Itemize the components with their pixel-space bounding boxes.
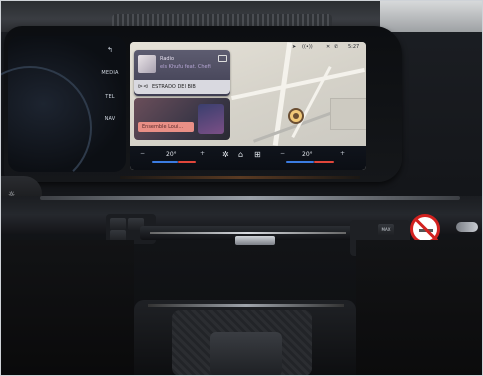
secondary-widget[interactable]: Ensemble Loui... [134,98,230,140]
grid-menu-icon[interactable]: ⊞ [254,150,261,159]
station-row[interactable]: ⊳⊲ ESTRADO DEI BIB [134,80,230,94]
media-source: Radio [160,56,175,62]
side-menu: ↰ MEDIA TEL NAV [92,44,128,174]
lower-dash-right [356,240,483,376]
lower-dash-left [0,240,134,376]
infotainment-screen: ➤ ((•)) ✕ ✆ 5:27 Radio els Khufu feat. C… [130,42,366,170]
widget-thumbnail [198,104,224,134]
vent-chrome-bar [150,232,346,234]
left-temp-increase-button[interactable]: + [200,150,205,157]
console-control[interactable] [210,332,282,376]
vent-adjust-knob[interactable] [235,236,275,245]
position-marker-icon [288,108,304,124]
home-icon[interactable]: ⌂ [238,150,243,159]
left-temp-scale-cool [152,161,178,163]
side-menu-nav[interactable]: NAV [92,116,128,122]
right-temp-decrease-button[interactable]: − [280,150,285,157]
media-widget[interactable]: Radio els Khufu feat. Chefi ⊳⊲ ESTRADO D… [134,50,230,96]
hardware-button[interactable] [110,218,126,230]
fan-icon[interactable]: ✲ [222,150,229,159]
chrome-trim [40,196,460,200]
dashboard-photo: ↰ MEDIA TEL NAV ➤ ((•)) ✕ ✆ 5:27 Radio e… [0,0,483,376]
side-menu-tel[interactable]: TEL [92,94,128,100]
door-trim-knob [456,222,478,232]
widget-label: Ensemble Loui... [142,124,184,130]
nav-icon: ➤ [292,44,297,50]
station-name: ESTRADO DEI BIB [152,84,196,90]
left-temp-scale-warm [178,161,196,163]
album-art [138,55,156,73]
connectivity-indicator: ((•)) [302,44,313,50]
cast-icon[interactable] [218,55,227,62]
right-temperature[interactable]: 20° [302,151,313,158]
side-menu-media[interactable]: MEDIA [92,70,128,76]
gauge-arc [0,66,92,190]
right-temp-scale-cool [286,161,314,163]
clock: 5:27 [348,44,360,50]
back-arrow-icon[interactable]: ↰ [92,46,128,54]
windshield-glare [380,0,483,32]
track-title: els Khufu feat. Chefi [160,64,211,70]
map-block [330,98,366,130]
climate-bar: − 20° + ✲ ⌂ ⊞ − 20° + [130,146,366,170]
console-chrome-trim [148,304,344,307]
radio-icon: ⊳⊲ [138,83,149,90]
ambient-light-strip [120,176,360,179]
phone-icon: ✆ [334,44,339,50]
map-road [231,67,365,101]
right-temp-increase-button[interactable]: + [340,150,345,157]
right-temp-scale-warm [314,161,334,163]
map-road [291,65,332,139]
left-temperature[interactable]: 20° [166,151,177,158]
max-defrost-button[interactable]: MAX [378,224,394,236]
left-temp-decrease-button[interactable]: − [140,150,145,157]
mute-icon: ✕ [326,44,331,50]
widget-label-bar: Ensemble Loui... [138,122,194,132]
